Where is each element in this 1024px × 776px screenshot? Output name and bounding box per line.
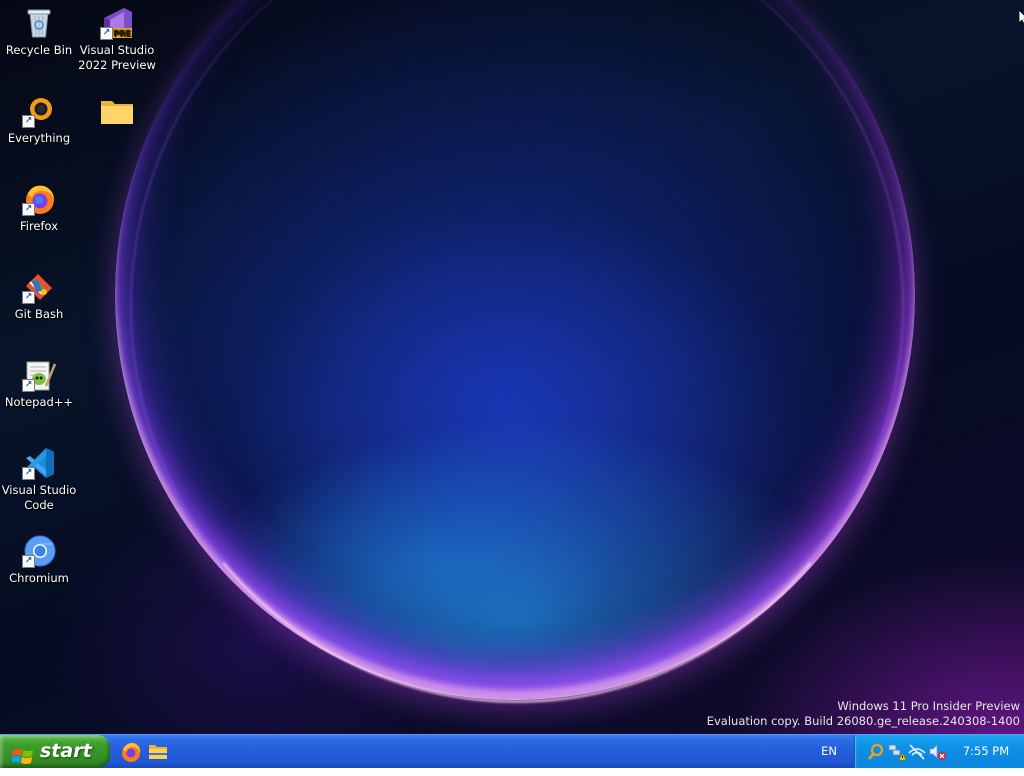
desktop-icon-label: Everything [7,131,71,145]
quick-launch-file-explorer-icon[interactable] [147,741,169,763]
shortcut-arrow-icon: ↗ [22,203,35,216]
system-tray: 7:55 PM [854,735,1024,768]
vscode-icon: ↗ [22,446,56,480]
quick-launch-firefox-icon[interactable] [120,741,142,763]
notepad-plus-plus-icon: ↗ [22,358,57,392]
shortcut-arrow-icon: ↗ [22,467,35,480]
evaluation-watermark: Windows 11 Pro Insider Preview Evaluatio… [707,699,1020,729]
desktop-icon-git-bash[interactable]: ↗ Git Bash [0,270,78,322]
folder-icon [100,94,134,128]
desktop-icon-notepad-plus-plus[interactable]: ↗ Notepad++ [0,358,78,410]
desktop-icon-label: Git Bash [14,307,64,321]
watermark-line-2: Evaluation copy. Build 26080.ge_release.… [706,714,1020,728]
desktop-icon-visual-studio-preview[interactable]: PRE ↗ Visual Studio 2022 Preview [78,6,156,73]
desktop-icon-folder[interactable] [78,94,156,131]
chromium-icon: ↗ [22,534,56,568]
windows-logo-icon [11,743,34,776]
desktop-icon-vscode[interactable]: ↗ Visual Studio Code [0,446,78,513]
start-button[interactable]: start [0,735,110,768]
desktop-icon-firefox[interactable]: ↗ Firefox [0,182,78,234]
svg-text:PRE: PRE [113,29,131,38]
recycle-bin-icon [22,6,56,40]
everything-icon: ↗ [22,94,56,128]
mouse-cursor-icon [1018,9,1024,30]
shortcut-arrow-icon: ↗ [22,555,35,568]
desktop: Recycle Bin PRE ↗ Visual Studio 2022 Pre… [0,0,1024,734]
desktop-icon-label: Firefox [19,219,59,233]
language-indicator[interactable]: EN [812,735,846,768]
shortcut-arrow-icon: ↗ [22,115,35,128]
volume-muted-icon[interactable] [928,743,946,761]
clock[interactable]: 7:55 PM [955,735,1017,768]
desktop-icon-label: Notepad++ [4,395,74,409]
start-label: start [40,740,92,762]
desktop-icon-everything[interactable]: ↗ Everything [0,94,78,146]
firefox-icon: ↗ [22,182,56,216]
desktop-icon-label: Recycle Bin [5,43,73,57]
visual-studio-preview-icon: PRE ↗ [100,6,134,40]
shortcut-arrow-icon: ↗ [100,27,113,40]
wallpaper-orb-rim [130,0,904,703]
search-icon[interactable] [867,743,885,761]
taskbar: start EN 7:55 PM [0,734,1024,768]
watermark-line-1: Windows 11 Pro Insider Preview [837,699,1020,713]
network-disconnected-icon[interactable] [908,743,926,761]
git-bash-icon: ↗ [22,270,56,304]
desktop-icon-label: Visual Studio Code [1,483,77,512]
shortcut-arrow-icon: ↗ [22,291,35,304]
shortcut-arrow-icon: ↗ [22,379,35,392]
desktop-icon-label: Chromium [9,571,69,585]
desktop-icon-chromium[interactable]: ↗ Chromium [0,534,78,586]
desktop-icon-recycle-bin[interactable]: Recycle Bin [0,6,78,58]
desktop-icon-label: Visual Studio 2022 Preview [78,43,156,72]
network-warning-icon[interactable] [888,743,907,761]
